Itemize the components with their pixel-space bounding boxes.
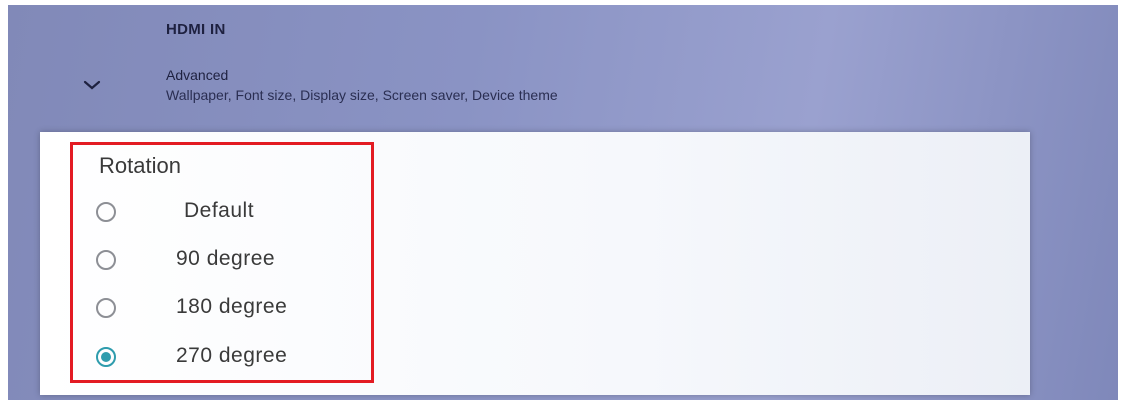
chevron-down-icon[interactable] [82,79,102,91]
option-label: Default [184,199,255,222]
rotation-option-default[interactable]: Default [96,196,396,230]
advanced-subtitle: Wallpaper, Font size, Display size, Scre… [166,87,558,103]
settings-screen: HDMI IN Advanced Wallpaper, Font size, D… [8,5,1118,400]
advanced-title: Advanced [166,67,229,83]
option-label: 180 degree [176,295,288,318]
rotation-option-90[interactable]: 90 degree [96,244,396,278]
radio-button[interactable] [96,298,116,318]
rotation-option-180[interactable]: 180 degree [96,292,396,326]
rotation-dialog: Rotation Default 90 degree 180 degree 27… [40,132,1030,395]
option-label: 90 degree [176,247,276,270]
option-label: 270 degree [176,344,288,367]
radio-button[interactable] [96,202,116,222]
setting-item-hdmi-in[interactable]: HDMI IN [166,21,226,38]
radio-button-selected[interactable] [96,347,116,367]
dialog-title: Rotation [99,153,181,178]
rotation-option-270[interactable]: 270 degree [96,341,396,375]
radio-button[interactable] [96,250,116,270]
